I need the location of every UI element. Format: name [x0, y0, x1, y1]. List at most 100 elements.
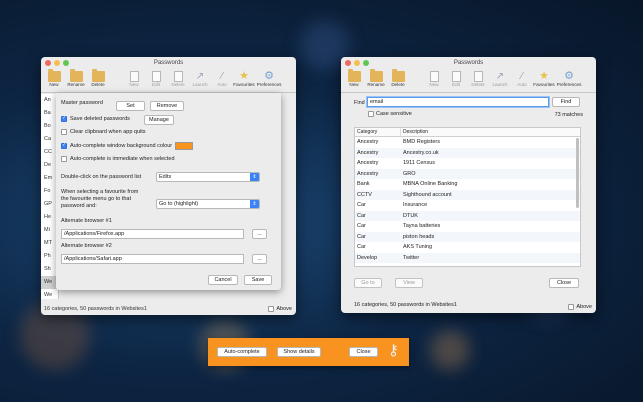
table-scrollbar[interactable]	[576, 138, 579, 208]
cell-description: DTUK	[403, 212, 418, 219]
table-row[interactable]: Bank MBNA Online Banking	[355, 179, 580, 190]
browse-1-button[interactable]: ...	[252, 229, 267, 239]
auto-complete-immediate-checkbox[interactable]	[61, 156, 67, 162]
toolbar-new-password-button[interactable]: New	[423, 70, 445, 92]
table-row[interactable]: Ancestry GRO	[355, 168, 580, 179]
table-row[interactable]: Develop Twitter	[355, 252, 580, 263]
master-password-row: Master password	[61, 100, 103, 106]
double-click-select[interactable]: Edits ⇕	[156, 172, 260, 182]
results-table[interactable]: Category Description Ancestry BMD Registe…	[354, 127, 581, 267]
toolbar-new-category-button[interactable]: New	[343, 69, 365, 92]
cell-description: Ancestry.co.uk	[403, 149, 439, 156]
auto-complete-immediate-row: Auto-complete is immediate when selected	[61, 156, 175, 162]
find-input[interactable]: email	[367, 97, 549, 107]
table-row[interactable]: Ancestry Ancestry.co.uk	[355, 147, 580, 158]
cancel-button[interactable]: Cancel	[208, 275, 238, 285]
cell-description: Sighthound account	[403, 191, 452, 198]
auto-complete-colour-checkbox[interactable]	[61, 142, 67, 149]
document-icon	[451, 71, 461, 82]
auto-complete-button[interactable]: Auto-complete	[217, 347, 267, 357]
toolbar-delete-category-button[interactable]: Delete	[87, 69, 109, 92]
document-delete-icon	[473, 71, 483, 82]
view-button[interactable]: View	[395, 278, 423, 288]
cell-category: Car	[357, 212, 366, 219]
folder-icon	[347, 69, 361, 82]
table-row[interactable]: Ancestry BMD Registers	[355, 137, 580, 148]
clear-clipboard-row: Clear clipboard when app quits	[61, 129, 146, 135]
close-window-button[interactable]	[345, 60, 351, 66]
double-click-label: Double-click on the password list	[61, 174, 142, 180]
remove-password-button[interactable]: Remove	[150, 101, 184, 111]
toolbar-edit-password-button[interactable]: Edit	[145, 70, 167, 92]
toolbar-new-password-button[interactable]: New	[123, 70, 145, 92]
toolbar-launch-button[interactable]: ↗ Launch	[489, 70, 511, 92]
toolbar-launch-button[interactable]: ↗ Launch	[189, 70, 211, 92]
manage-button[interactable]: Manage	[144, 115, 174, 125]
table-row[interactable]: Car piston heads	[355, 231, 580, 242]
table-row[interactable]: Car Insurance	[355, 200, 580, 211]
preferences-sheet: Master password Set Remove Save deleted …	[56, 93, 281, 290]
toolbar-rename-category-button[interactable]: Rename	[65, 69, 87, 92]
toolbar-auto-button[interactable]: ⁄ Auto	[211, 70, 233, 92]
category-item[interactable]: We	[41, 289, 58, 302]
close-button[interactable]: Close	[349, 347, 378, 357]
set-password-button[interactable]: Set	[116, 101, 145, 111]
table-row[interactable]: Car DTUK	[355, 210, 580, 221]
toolbar-new-category-button[interactable]: New	[43, 69, 65, 92]
cell-category: Develop	[357, 254, 378, 261]
above-toggle[interactable]: Above	[268, 306, 292, 312]
chevron-down-icon: ⇕	[250, 173, 259, 181]
browse-2-button[interactable]: ...	[252, 254, 267, 264]
toolbar-rename-category-button[interactable]: Rename	[365, 69, 387, 92]
cell-category: Ancestry	[357, 170, 379, 177]
toolbar-auto-button[interactable]: ⁄ Auto	[511, 70, 533, 92]
column-header-description[interactable]: Description	[401, 128, 428, 136]
table-row[interactable]: Ancestry 1911 Census	[355, 158, 580, 169]
table-row[interactable]: CCTV Sighthound account	[355, 189, 580, 200]
find-button[interactable]: Find	[552, 97, 580, 107]
zoom-window-button[interactable]	[363, 60, 369, 66]
case-sensitive-toggle[interactable]: Case sensitive	[368, 111, 412, 117]
table-row[interactable]: Car Tayna batteries	[355, 221, 580, 232]
close-window-button[interactable]	[45, 60, 51, 66]
table-row[interactable]: Car AKS Tuning	[355, 242, 580, 253]
colour-swatch[interactable]	[175, 142, 194, 150]
cell-category: Car	[357, 223, 366, 229]
toolbar-edit-password-button[interactable]: Edit	[445, 70, 467, 92]
toolbar-preferences-button[interactable]: ⚙ Preferences	[255, 70, 283, 92]
zoom-window-button[interactable]	[63, 60, 69, 66]
alt-browser-2-field[interactable]: /Applications/Safari.app	[61, 254, 244, 264]
toolbar-delete-password-button[interactable]: Delete	[167, 70, 189, 92]
save-deleted-checkbox[interactable]	[61, 115, 67, 122]
clear-clipboard-checkbox[interactable]	[61, 129, 67, 135]
toolbar-delete-category-button[interactable]: Delete	[387, 69, 409, 92]
wand-icon: ⁄	[221, 71, 223, 82]
minimize-window-button[interactable]	[354, 60, 360, 66]
cell-category: Car	[357, 202, 366, 208]
table-body: Ancestry BMD Registers Ancestry Ancestry.co…	[355, 137, 580, 263]
cell-category: Car	[357, 233, 366, 240]
close-button[interactable]: Close	[549, 278, 579, 288]
toolbar-favourites-button[interactable]: ★ Favourites	[233, 70, 255, 92]
case-sensitive-checkbox[interactable]	[368, 111, 374, 117]
folder-delete-icon	[391, 69, 405, 82]
column-header-category[interactable]: Category	[355, 128, 401, 136]
above-toggle[interactable]: Above	[568, 304, 592, 310]
cell-category: Car	[357, 244, 366, 250]
toolbar-preferences-button[interactable]: ⚙ Preferences	[555, 70, 583, 92]
save-deleted-row: Save deleted passwords	[61, 115, 130, 122]
folder-icon	[47, 69, 61, 82]
cell-category: Ancestry	[357, 160, 379, 166]
go-to-button[interactable]: Go to	[354, 278, 382, 288]
show-details-button[interactable]: Show details	[277, 347, 321, 357]
cell-category: CCTV	[357, 191, 372, 198]
toolbar-favourites-button[interactable]: ★ Favourites	[533, 70, 555, 92]
minimize-window-button[interactable]	[54, 60, 60, 66]
alt-browser-1-field[interactable]: /Applications/Firefox.app	[61, 229, 244, 239]
save-button[interactable]: Save	[244, 275, 272, 285]
above-checkbox[interactable]	[268, 306, 275, 312]
above-checkbox[interactable]	[568, 304, 575, 310]
favourite-action-select[interactable]: Go to (highlight) ⇕	[156, 199, 260, 209]
toolbar-delete-password-button[interactable]: Delete	[467, 70, 489, 92]
cell-description: GRO	[403, 170, 416, 177]
